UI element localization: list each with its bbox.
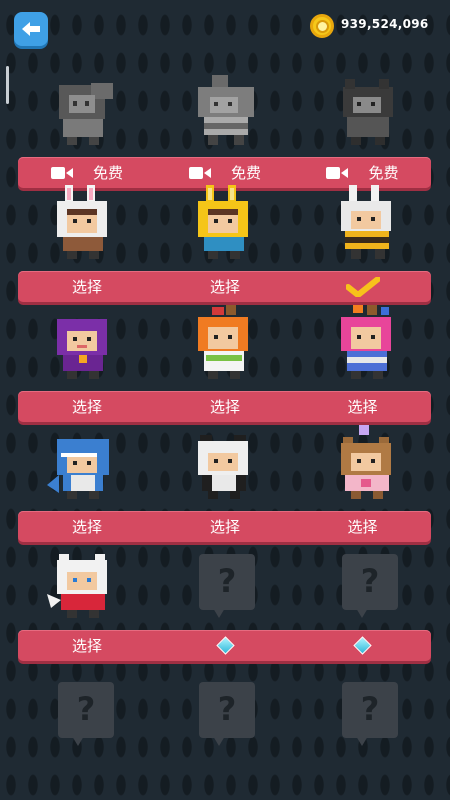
orange-hair-girl-character [198, 305, 248, 379]
locked-slot[interactable]: ? [331, 542, 409, 620]
purple-hooded-girl-character [57, 319, 107, 379]
back-arrow-icon [22, 22, 40, 36]
locked-slot[interactable]: ? [188, 542, 266, 620]
lock-icon: ? [58, 682, 114, 746]
button-label: 选择 [71, 278, 102, 296]
coin-icon [310, 14, 334, 38]
character-slot[interactable] [188, 303, 266, 381]
selected-indicator[interactable] [294, 271, 431, 302]
button-label: 选择 [71, 637, 102, 655]
action-bar: 选择 选择 选择 [18, 391, 431, 422]
character-row: ? ? 选择 [0, 542, 450, 662]
white-bunny-hood-character [57, 185, 107, 259]
button-label: 免费 [230, 164, 261, 182]
button-label: 选择 [347, 398, 378, 416]
panda-costume-character [198, 435, 248, 499]
video-camera-icon [188, 166, 211, 179]
unlock-diamond-button[interactable] [294, 630, 431, 661]
button-label: 选择 [209, 398, 240, 416]
lock-icon: ? [342, 554, 398, 618]
select-button[interactable]: 选择 [156, 511, 294, 542]
character-row: 选择 选择 选择 [0, 303, 450, 423]
character-slot[interactable] [331, 303, 409, 381]
select-button[interactable]: 选择 [18, 630, 156, 661]
checkmark-icon [345, 276, 380, 297]
diamond-icon [215, 636, 235, 655]
character-slot[interactable] [188, 423, 266, 501]
question-mark: ? [217, 690, 237, 728]
locked-slot[interactable]: ? [47, 670, 125, 748]
locked-slot[interactable]: ? [331, 670, 409, 748]
question-mark: ? [76, 690, 96, 728]
character-row: 选择 选择 [0, 183, 450, 303]
button-label: 选择 [71, 518, 102, 536]
gray-wolf-character [343, 79, 393, 145]
button-label: 选择 [209, 518, 240, 536]
button-label: 免费 [368, 164, 399, 182]
question-mark: ? [360, 690, 380, 728]
pink-hair-girl-character [341, 305, 391, 379]
bunny-bee-costume-character [341, 185, 391, 259]
diamond-icon [353, 636, 372, 655]
button-label: 选择 [71, 398, 102, 416]
select-button[interactable]: 选择 [294, 511, 431, 542]
character-slot[interactable] [188, 183, 266, 261]
yellow-bunny-hood-character [198, 185, 248, 259]
character-slot[interactable] [331, 183, 409, 261]
gray-hippo-stripes-character [198, 75, 254, 145]
question-mark: ? [217, 562, 237, 600]
lock-icon: ? [199, 554, 255, 618]
character-slot[interactable] [188, 69, 266, 147]
character-slot[interactable] [47, 183, 125, 261]
gray-cat-hoodie-character [59, 83, 113, 145]
select-button[interactable]: 选择 [18, 271, 156, 302]
select-button[interactable]: 选择 [156, 271, 294, 302]
character-slot[interactable] [47, 69, 125, 147]
character-row: 免费 免费 免费 [0, 69, 450, 189]
white-cat-red-dress-character [47, 554, 107, 618]
character-slot[interactable] [47, 542, 125, 620]
back-button[interactable] [14, 12, 48, 46]
select-button[interactable]: 选择 [294, 391, 431, 422]
action-bar: 选择 [18, 630, 431, 661]
video-camera-icon [326, 166, 349, 179]
shark-costume-character [47, 439, 109, 499]
question-mark: ? [360, 562, 380, 600]
locked-slot[interactable]: ? [188, 670, 266, 748]
character-slot[interactable] [47, 423, 125, 501]
button-label: 免费 [92, 164, 123, 182]
lock-icon: ? [342, 682, 398, 746]
bear-princess-character [341, 425, 391, 499]
character-slot[interactable] [47, 303, 125, 381]
character-slot[interactable] [331, 69, 409, 147]
action-bar: 选择 选择 [18, 271, 431, 302]
character-slot[interactable] [331, 423, 409, 501]
character-row: 选择 选择 选择 [0, 423, 450, 543]
button-label: 选择 [347, 518, 378, 536]
select-button[interactable]: 选择 [18, 511, 156, 542]
button-label: 选择 [209, 278, 240, 296]
character-row: ? ? ? [0, 670, 450, 790]
coin-count: 939,524,096 [341, 17, 429, 31]
select-button[interactable]: 选择 [156, 391, 294, 422]
top-bar: 939,524,096 [0, 0, 450, 60]
lock-icon: ? [199, 682, 255, 746]
action-bar: 选择 选择 选择 [18, 511, 431, 542]
unlock-diamond-button[interactable] [156, 630, 294, 661]
video-camera-icon [50, 166, 73, 179]
select-button[interactable]: 选择 [18, 391, 156, 422]
